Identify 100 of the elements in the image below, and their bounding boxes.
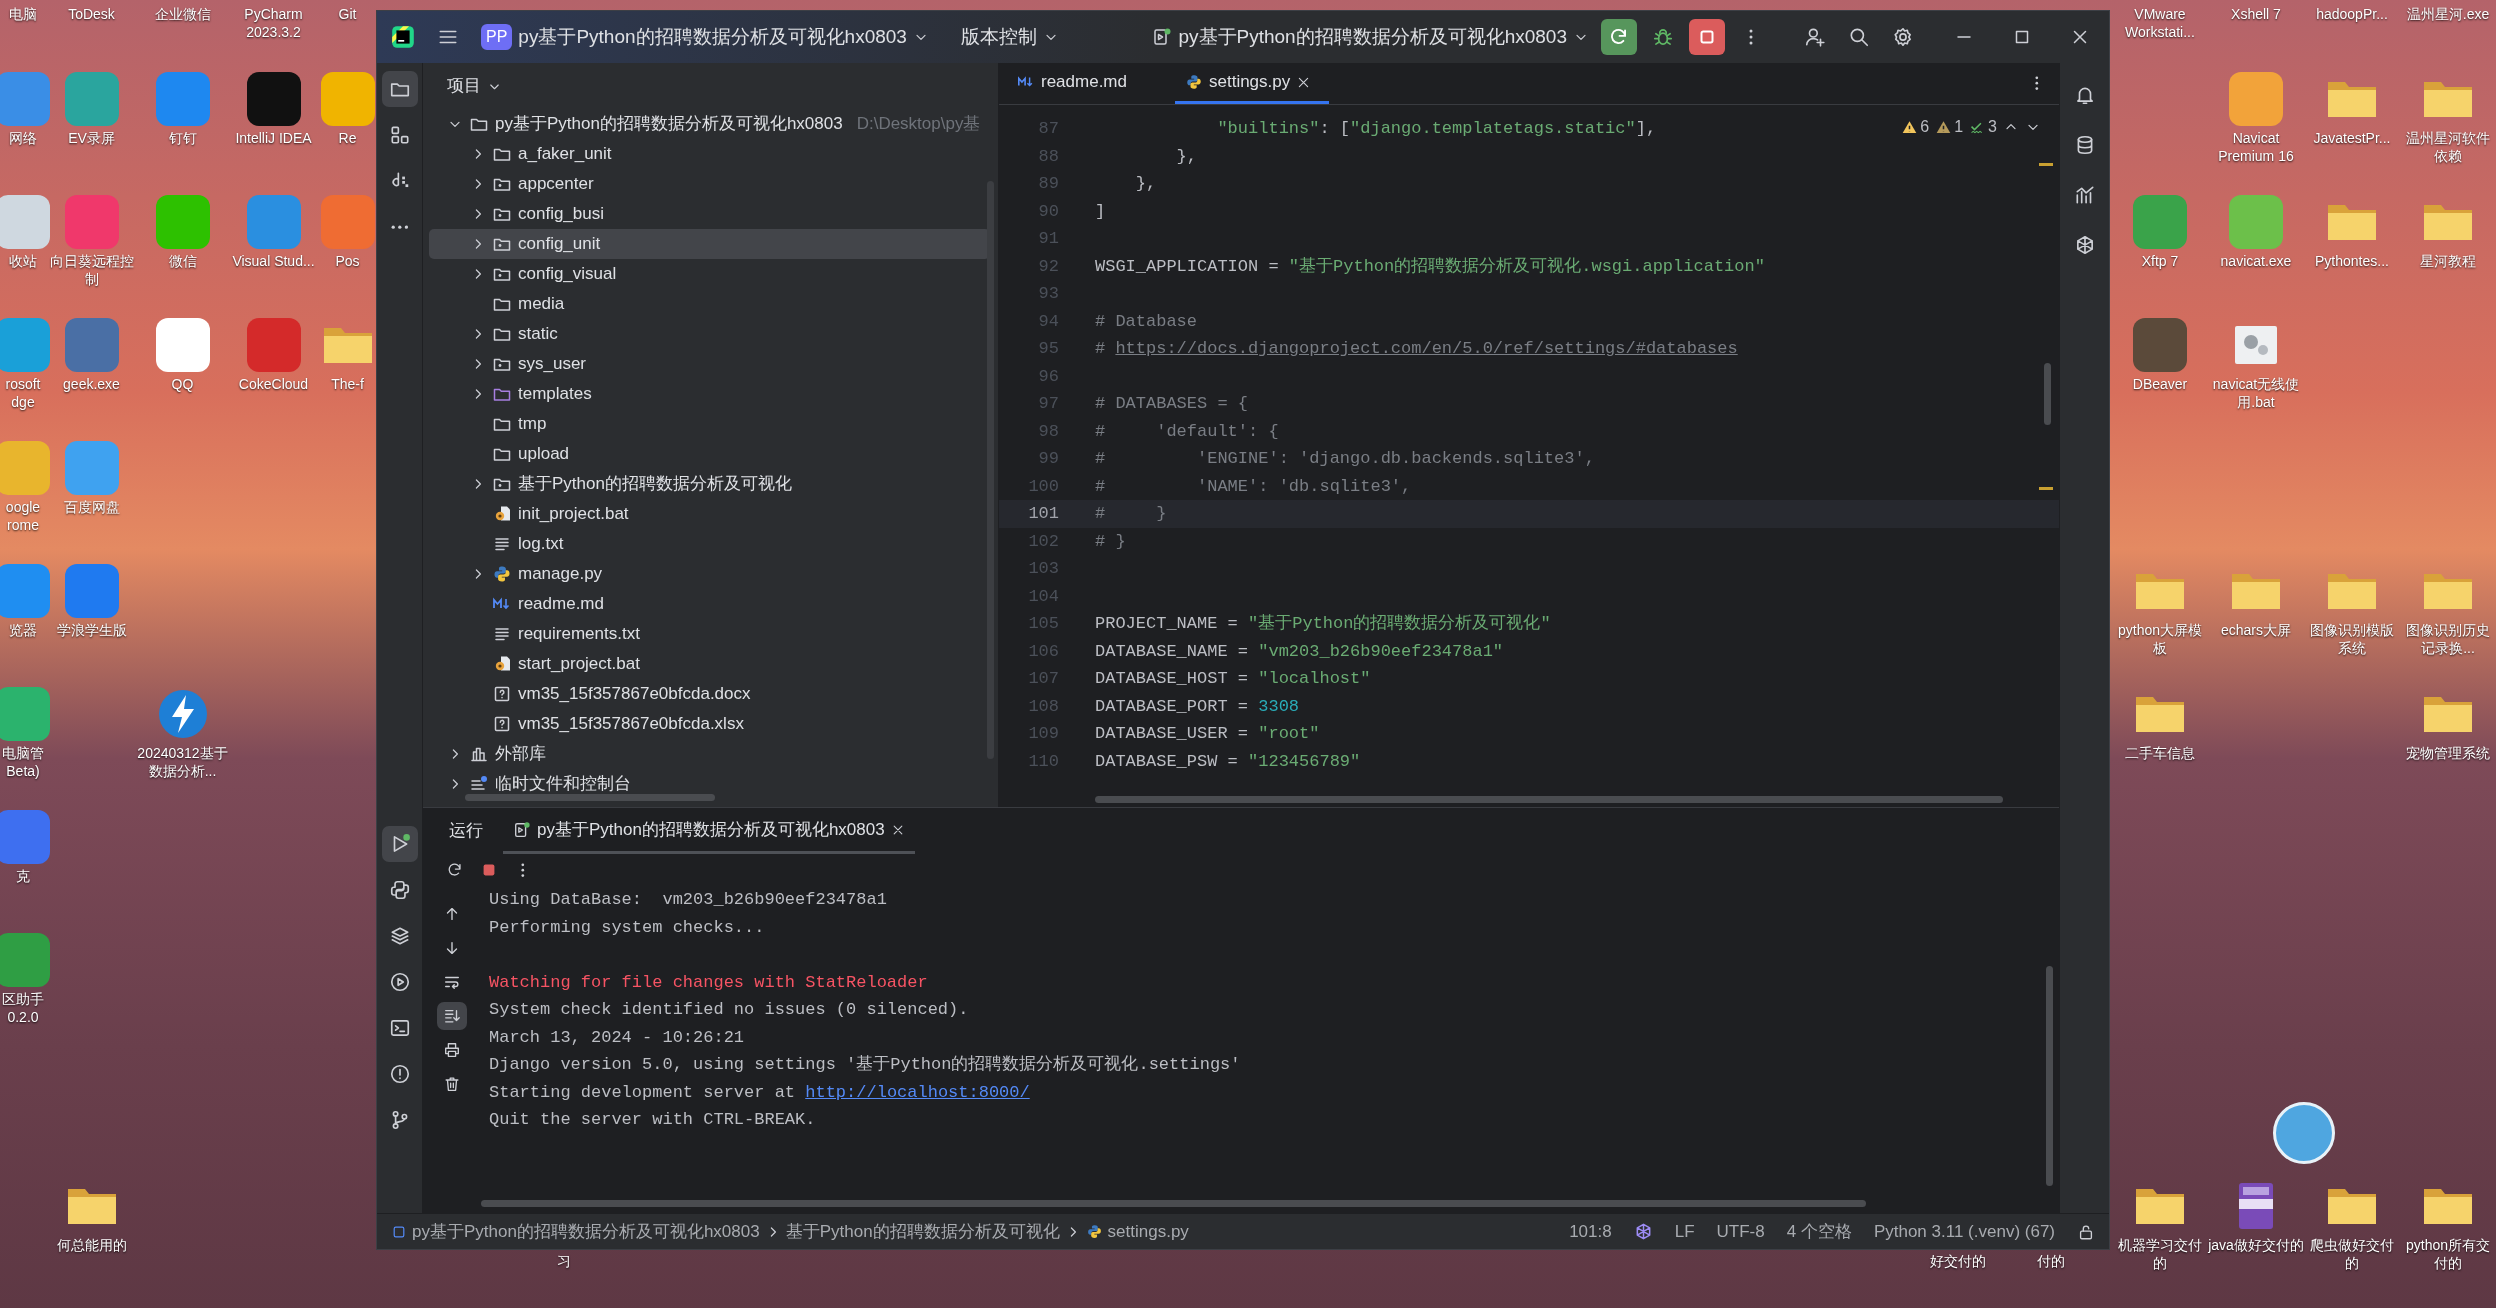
- tree-item[interactable]: vm35_15f357867e0bfcda.docx: [429, 679, 990, 709]
- inspection-counter[interactable]: 1: [1935, 115, 1964, 139]
- run-tab[interactable]: py基于Python的招聘数据分析及可视化hx0803: [503, 808, 915, 854]
- desktop-icon-label: 百度网盘: [63, 499, 120, 517]
- desktop-icon-label: python大屏模板: [2116, 622, 2203, 657]
- app-icon[interactable]: [155, 318, 210, 372]
- desktop-icon-label: Pythontes...: [2315, 253, 2389, 271]
- vcs-menu[interactable]: 版本控制: [952, 18, 1067, 56]
- tree-item[interactable]: py基于Python的招聘数据分析及可视化hx0803 D:\Desktop\py基: [429, 109, 990, 139]
- desktop-icon-label: 习: [557, 1252, 571, 1271]
- breadcrumb-item[interactable]: 基于Python的招聘数据分析及可视化: [785, 1218, 1060, 1245]
- app-icon[interactable]: [2133, 318, 2187, 372]
- settings-icon: [1892, 26, 1914, 48]
- scroll-to-end-button[interactable]: [437, 1002, 467, 1030]
- desktop-icon-label: navicat.exe: [2220, 253, 2292, 271]
- desktop-icon-label: 机器学习交付的: [2117, 1237, 2203, 1272]
- desktop-icon-label: 爬虫做好交付的: [2309, 1237, 2395, 1272]
- app-logo-icon: [391, 25, 415, 49]
- code-line: DATABASE_NAME = "vm203_b26b90eef23478a1": [1095, 640, 1504, 663]
- run-configuration-icon: [1152, 27, 1173, 47]
- tree-item[interactable]: start_project.bat: [429, 649, 990, 679]
- tree-item[interactable]: requirements.txt: [429, 619, 990, 649]
- desktop-icon-label: hadoopPr...: [2316, 6, 2388, 24]
- horizontal-scrollbar[interactable]: [1095, 796, 2003, 803]
- status-item[interactable]: 4 个空格: [1786, 1218, 1852, 1245]
- horizontal-scrollbar[interactable]: [465, 794, 715, 801]
- status-item[interactable]: 101:8: [1569, 1218, 1612, 1245]
- code-link[interactable]: https://docs.djangoproject.com/en/5.0/ref/settings/#databases: [1115, 339, 1738, 358]
- desktop-icon-label: 电脑: [9, 6, 37, 24]
- tree-item[interactable]: readme.md: [429, 589, 990, 619]
- console-line: Using DataBase: vm203_b26b90eef23478a1: [489, 889, 888, 911]
- unknown-file-icon: [492, 714, 512, 734]
- play-circle-icon: [388, 971, 411, 993]
- tree-item[interactable]: sys_user: [429, 349, 990, 379]
- project-view-menu[interactable]: 项目: [443, 71, 506, 101]
- vertical-scrollbar[interactable]: [2046, 966, 2053, 1186]
- horizontal-scrollbar[interactable]: [481, 1200, 1866, 1207]
- breadcrumb-item[interactable]: settings.py: [1085, 1218, 1189, 1245]
- vertical-scrollbar[interactable]: [2044, 363, 2051, 425]
- tree-item[interactable]: tmp: [429, 409, 990, 439]
- tree-item[interactable]: upload: [429, 439, 990, 469]
- breadcrumb-item[interactable]: py基于Python的招聘数据分析及可视化hx0803: [391, 1218, 760, 1245]
- desktop-icon-label: Visual Stud...: [232, 253, 315, 271]
- warning-marker[interactable]: [2039, 487, 2053, 490]
- desktop-icon-label: Xftp 7: [2141, 253, 2179, 271]
- inspection-counter[interactable]: 3: [1969, 115, 1997, 139]
- tree-item[interactable]: 基于Python的招聘数据分析及可视化: [429, 469, 990, 499]
- status-item[interactable]: UTF-8: [1716, 1218, 1765, 1245]
- tree-item[interactable]: static: [429, 319, 990, 349]
- console-line: Quit the server with CTRL-BREAK.: [489, 1109, 817, 1131]
- vertical-scrollbar[interactable]: [987, 181, 994, 759]
- print-icon: [443, 1041, 461, 1059]
- warning-circle-icon: [388, 1063, 411, 1085]
- tree-item[interactable]: 临时文件和控制台: [429, 769, 990, 799]
- tree-item[interactable]: log.txt: [429, 529, 990, 559]
- tree-item[interactable]: 外部库: [429, 739, 990, 769]
- chart-icon: [2073, 184, 2096, 206]
- tree-item[interactable]: init_project.bat: [429, 499, 990, 529]
- code-line: # Database: [1095, 310, 1198, 333]
- desktop-icon-label: ToDesk: [68, 6, 115, 24]
- run-tool-button[interactable]: [381, 826, 418, 862]
- code-line: "builtins": ["django.templatetags.static"],: [1216, 118, 1657, 140]
- desktop-icon-label: EV录屏: [68, 130, 115, 148]
- structure-icon: [388, 124, 411, 146]
- editor-tab[interactable]: settings.py: [1175, 63, 1330, 104]
- status-item[interactable]: LF: [1674, 1218, 1695, 1245]
- tree-item[interactable]: manage.py: [429, 559, 990, 589]
- tree-item[interactable]: media: [429, 289, 990, 319]
- app-icon[interactable]: [246, 72, 301, 126]
- desktop-icon-label: QQ: [171, 376, 194, 394]
- desktop-icon-label: VMware Workstati...: [2124, 6, 2196, 41]
- desktop-icon-label: The-f: [331, 376, 364, 394]
- tree-item[interactable]: config_busi: [429, 199, 990, 229]
- run-configuration-menu[interactable]: py基于Python的招聘数据分析及可视化hx0803: [1144, 18, 1597, 56]
- desktop-icon-label: Xshell 7: [2231, 6, 2281, 24]
- tree-item[interactable]: config_visual: [429, 259, 990, 289]
- desktop-icon-label: 微信: [168, 253, 197, 271]
- tree-item[interactable]: appcenter: [429, 169, 990, 199]
- editor-tab[interactable]: readme.md: [1007, 63, 1145, 104]
- run-configuration-icon: [513, 820, 531, 839]
- trash-icon: [443, 1075, 461, 1093]
- app-icon[interactable]: [0, 195, 50, 249]
- project-menu[interactable]: PP py基于Python的招聘数据分析及可视化hx0803: [473, 18, 937, 56]
- project-badge: PP: [481, 24, 513, 50]
- tree-item[interactable]: config_unit: [429, 229, 990, 259]
- inspection-counter[interactable]: 6: [1901, 115, 1930, 139]
- tree-item[interactable]: a_faker_unit: [429, 139, 990, 169]
- vcs-menu-label: 版本控制: [960, 24, 1037, 49]
- desktop-icon-label: geek.exe: [63, 376, 120, 394]
- status-item[interactable]: Python 3.11 (.venv) (67): [1873, 1218, 2055, 1245]
- tree-item[interactable]: templates: [429, 379, 990, 409]
- tree-item[interactable]: vm35_15f357867e0bfcda.xlsx: [429, 709, 990, 739]
- code-line: },: [1134, 173, 1157, 195]
- project-tool-button[interactable]: [381, 71, 418, 107]
- stop-button[interactable]: [1689, 19, 1725, 55]
- console-link[interactable]: http://localhost:8000/: [805, 1079, 1030, 1105]
- rerun-button[interactable]: [1601, 19, 1637, 55]
- warning-marker[interactable]: [2039, 163, 2053, 166]
- more-icon: [2035, 76, 2039, 91]
- desktop-icon-label: 电脑管 Beta): [1, 745, 45, 780]
